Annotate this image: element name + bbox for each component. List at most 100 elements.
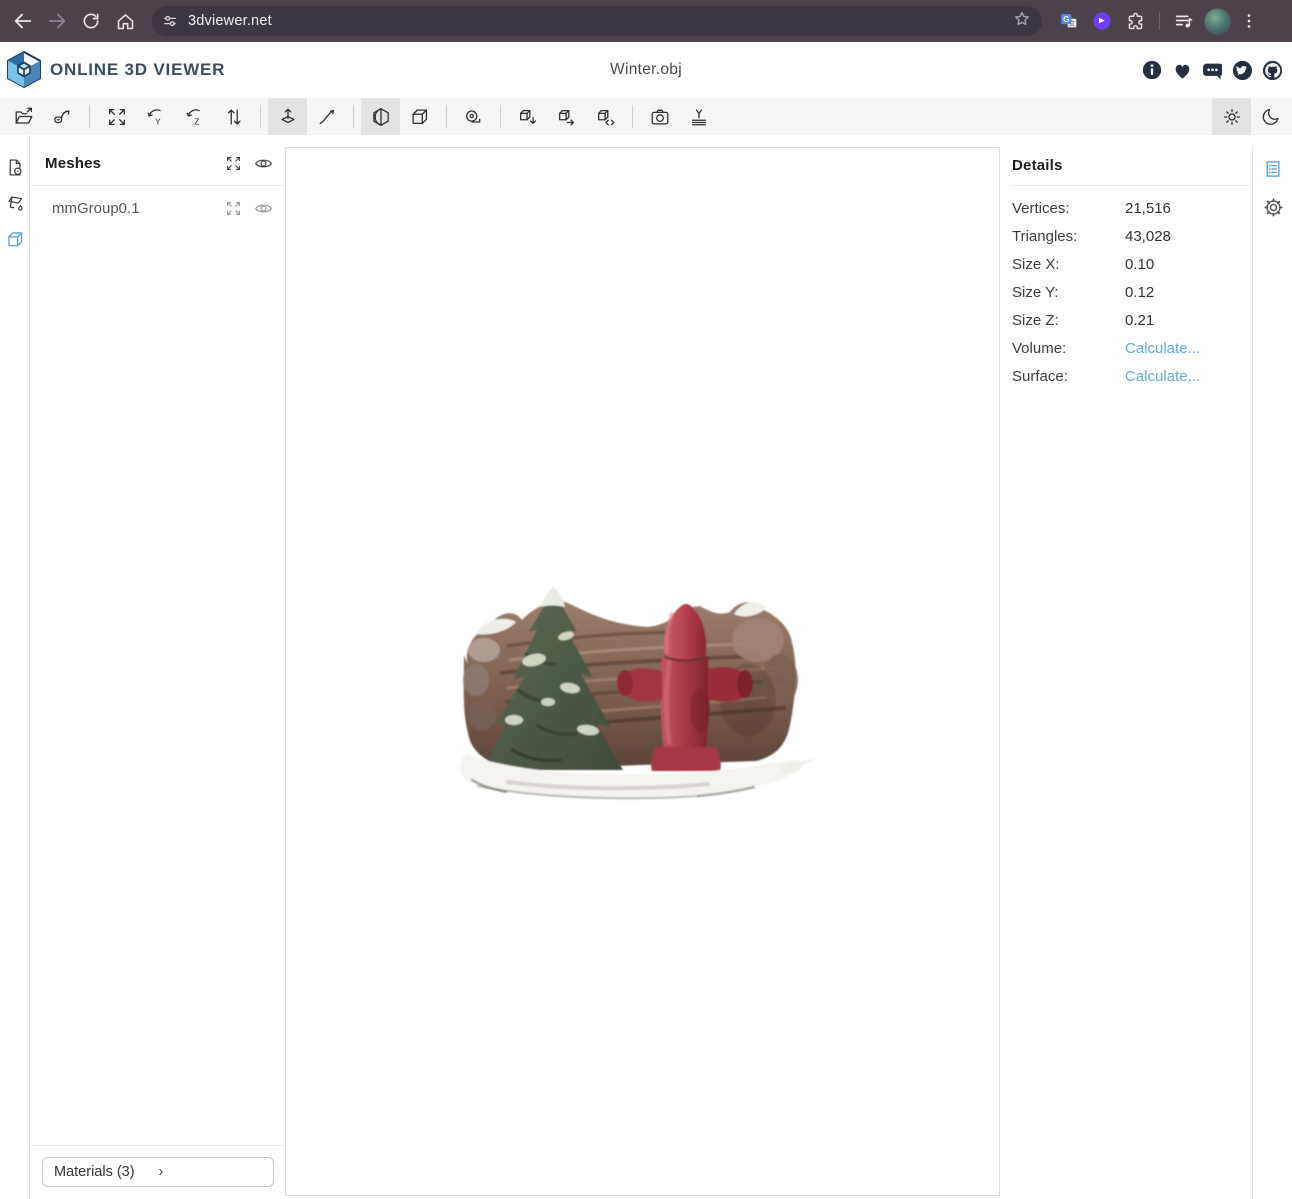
free-orbit-button[interactable]	[307, 98, 346, 135]
share-model-button[interactable]	[547, 98, 586, 135]
back-button[interactable]	[6, 4, 40, 38]
fit-to-window-icon	[106, 106, 128, 128]
materials-tab[interactable]	[0, 185, 30, 221]
menu-dots-icon	[1239, 11, 1259, 31]
show-hide-mesh-button[interactable]	[254, 199, 273, 218]
print-button[interactable]	[679, 98, 718, 135]
light-theme-button[interactable]	[1212, 98, 1251, 135]
materials-footer: Materials (3) ›	[31, 1145, 285, 1199]
embed-model-button[interactable]	[586, 98, 625, 135]
detail-label: Size Y:	[1012, 284, 1125, 301]
bookmark-button[interactable]	[1012, 9, 1032, 34]
materials-button[interactable]: Materials (3) ›	[42, 1157, 274, 1187]
detail-row-vertices: Vertices: 21,516	[1005, 194, 1251, 222]
shading-half-cube-icon	[370, 106, 392, 128]
donate-button[interactable]	[1170, 58, 1194, 82]
calculate-volume-link[interactable]: Calculate...	[1125, 340, 1200, 357]
extensions-puzzle-icon	[1125, 11, 1146, 32]
detail-row-size-x: Size X: 0.10	[1005, 250, 1251, 278]
browser-bar: 3dviewer.net 文 G	[0, 0, 1292, 42]
dark-theme-moon-icon	[1260, 106, 1282, 128]
open-file-button[interactable]	[4, 98, 43, 135]
detail-row-triangles: Triangles: 43,028	[1005, 222, 1251, 250]
solid-view-button[interactable]	[400, 98, 439, 135]
url-text: 3dviewer.net	[188, 13, 272, 29]
meshes-cube-icon	[5, 229, 26, 250]
export-model-button[interactable]	[508, 98, 547, 135]
document-title: Winter.obj	[610, 61, 682, 79]
settings-tab[interactable]	[1253, 188, 1292, 226]
extension-dot-icon	[1091, 10, 1113, 32]
fit-mesh-button[interactable]	[225, 200, 242, 217]
purple-extension-button[interactable]	[1089, 4, 1115, 38]
details-panel: Details Vertices: 21,516 Triangles: 43,0…	[1005, 147, 1251, 390]
export-model-icon	[517, 106, 539, 128]
detail-value: 0.12	[1125, 284, 1154, 301]
media-controls-button[interactable]	[1171, 4, 1197, 38]
meshes-panel-space	[31, 230, 285, 1145]
github-link[interactable]	[1260, 58, 1284, 82]
meshes-panel-title: Meshes	[45, 155, 213, 172]
snapshot-button[interactable]	[640, 98, 679, 135]
svg-text:Y: Y	[155, 117, 161, 126]
flip-up-vector-icon	[223, 106, 245, 128]
github-icon	[1261, 59, 1284, 82]
translate-extension-button[interactable]: 文 G	[1056, 4, 1082, 38]
left-rail	[0, 135, 30, 1199]
detail-value: 0.21	[1125, 312, 1154, 329]
avatar[interactable]	[1204, 8, 1231, 35]
measure-button[interactable]	[454, 98, 493, 135]
toolbar-separator	[89, 105, 90, 128]
detail-value: 21,516	[1125, 200, 1171, 217]
forward-arrow-icon	[46, 10, 68, 32]
extensions-button[interactable]	[1122, 4, 1148, 38]
detail-row-volume: Volume: Calculate...	[1005, 334, 1251, 362]
app-header: ONLINE 3D VIEWER Winter.obj	[0, 42, 1292, 98]
model-winter-scene	[448, 570, 818, 818]
reload-icon	[81, 11, 101, 31]
meshes-panel-header: Meshes	[31, 135, 285, 186]
open-url-button[interactable]	[43, 98, 82, 135]
free-orbit-icon	[316, 106, 338, 128]
fit-meshes-button[interactable]	[225, 155, 242, 172]
show-hide-meshes-button[interactable]	[254, 154, 273, 173]
solid-cube-icon	[409, 106, 431, 128]
shading-mode-button[interactable]	[361, 98, 400, 135]
tune-icon	[161, 12, 179, 30]
set-z-up-icon: Z	[184, 106, 206, 128]
fit-to-window-button[interactable]	[97, 98, 136, 135]
detail-label: Volume:	[1012, 340, 1125, 357]
detail-label: Triangles:	[1012, 228, 1125, 245]
materials-button-label: Materials (3)	[54, 1164, 159, 1180]
bookmark-star-icon	[1012, 9, 1032, 29]
settings-gear-icon	[1263, 197, 1284, 218]
up-vector-mode-button[interactable]	[268, 98, 307, 135]
forward-button[interactable]	[40, 4, 74, 38]
fit-to-window-icon	[225, 155, 242, 172]
set-y-up-button[interactable]: Y	[136, 98, 175, 135]
reload-button[interactable]	[74, 4, 108, 38]
mesh-list-item[interactable]: mmGroup0.1	[31, 186, 285, 230]
viewport-3d[interactable]	[285, 147, 1000, 1196]
browser-divider	[1159, 12, 1160, 30]
details-tab[interactable]	[1253, 150, 1292, 188]
dark-theme-button[interactable]	[1251, 98, 1290, 135]
light-theme-sun-icon	[1221, 106, 1243, 128]
file-details-tab[interactable]	[0, 149, 30, 185]
calculate-surface-link[interactable]: Calculate...	[1125, 368, 1200, 385]
heart-icon	[1171, 59, 1194, 82]
flip-up-vector-button[interactable]	[214, 98, 253, 135]
feedback-button[interactable]	[1200, 58, 1224, 82]
set-z-up-button[interactable]: Z	[175, 98, 214, 135]
url-bar[interactable]: 3dviewer.net	[152, 6, 1042, 36]
materials-icon	[5, 193, 26, 214]
browser-menu-button[interactable]	[1238, 4, 1260, 38]
toolbar-separator	[260, 105, 261, 128]
twitter-link[interactable]	[1230, 58, 1254, 82]
home-button[interactable]	[108, 4, 142, 38]
info-button[interactable]	[1140, 58, 1164, 82]
brand[interactable]: ONLINE 3D VIEWER	[7, 51, 225, 89]
detail-row-size-z: Size Z: 0.21	[1005, 306, 1251, 334]
meshes-tab[interactable]	[0, 221, 30, 257]
toolbar-separator	[353, 105, 354, 128]
